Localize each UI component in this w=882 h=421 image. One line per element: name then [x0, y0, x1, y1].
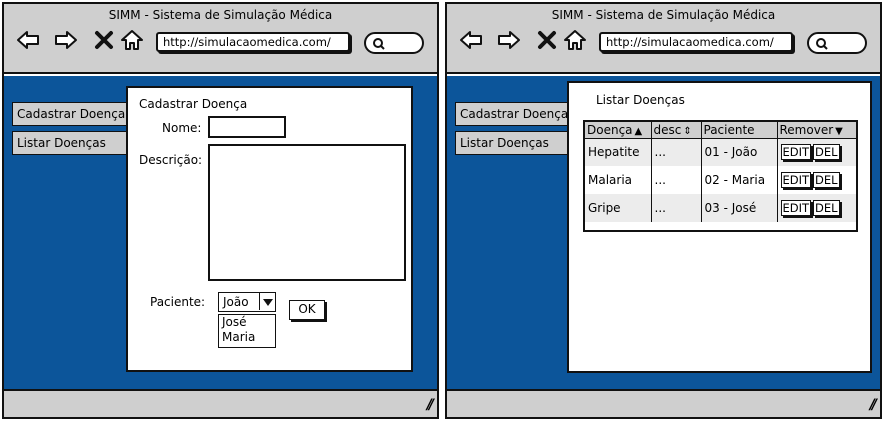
description-label: Descrição: [139, 153, 203, 167]
column-header-desc[interactable]: desc ⇕ [651, 122, 702, 139]
edit-button[interactable]: EDIT [780, 172, 812, 188]
close-x-icon[interactable] [535, 28, 559, 52]
resize-grip-icon[interactable]: // [870, 397, 877, 413]
edit-button[interactable]: EDIT [780, 200, 812, 216]
patient-select[interactable]: João [218, 292, 276, 312]
patient-option[interactable]: Maria [219, 330, 275, 345]
panel-title: Cadastrar Doença [139, 97, 248, 111]
sort-descending-icon[interactable]: ▼ [835, 126, 843, 137]
search-icon [816, 38, 828, 50]
desc-cell: ... [651, 138, 702, 166]
actions-cell: EDIT DEL [777, 194, 856, 222]
browser-title: SIMM - Sistema de Simulação Médica [551, 8, 776, 22]
sidebar-item-list-diseases[interactable]: Listar Doenças [455, 131, 573, 155]
home-icon[interactable] [120, 28, 144, 52]
edit-button[interactable]: EDIT [780, 144, 812, 161]
desc-cell: ... [651, 194, 702, 222]
patient-option[interactable]: José [219, 315, 275, 330]
resize-grip-icon[interactable]: // [427, 397, 434, 413]
disease-cell: Malaria [585, 166, 652, 194]
delete-button[interactable]: DEL [813, 144, 840, 161]
forward-arrow-icon[interactable] [497, 28, 521, 52]
browser-toolbar: SIMM - Sistema de Simulação Médica http:… [4, 4, 437, 74]
browser-title: SIMM - Sistema de Simulação Médica [108, 8, 333, 22]
home-icon[interactable] [563, 28, 587, 52]
search-box[interactable] [807, 32, 867, 54]
url-input[interactable]: http://simulacaomedica.com/ [156, 32, 350, 52]
search-icon [373, 38, 385, 50]
url-input[interactable]: http://simulacaomedica.com/ [599, 32, 793, 52]
actions-cell: EDIT DEL [777, 166, 856, 194]
delete-button[interactable]: DEL [813, 172, 840, 188]
patient-selected-value: João [223, 295, 249, 309]
delete-button[interactable]: DEL [813, 200, 840, 216]
patient-cell: 02 - Maria [701, 166, 778, 194]
name-field[interactable] [208, 116, 286, 138]
panel-title: Listar Doenças [596, 93, 685, 107]
description-textarea[interactable] [208, 144, 406, 281]
browser-toolbar: SIMM - Sistema de Simulação Médica http:… [447, 4, 880, 74]
browser-window-register: SIMM - Sistema de Simulação Médica http:… [2, 2, 439, 419]
table-row: Malaria ... 02 - Maria EDIT DEL [585, 166, 856, 194]
ok-button[interactable]: OK [289, 300, 325, 320]
table-row: Gripe ... 03 - José EDIT DEL [585, 194, 856, 222]
table-header-row: Doença ▲ desc ⇕ Paciente Remover ▼ [585, 122, 856, 139]
disease-cell: Hepatite [585, 138, 652, 166]
browser-window-list: SIMM - Sistema de Simulação Médica http:… [445, 2, 882, 419]
status-bar: // [447, 389, 880, 417]
list-diseases-panel: Listar Doenças Doença ▲ desc ⇕ Paciente … [567, 81, 872, 373]
back-arrow-icon[interactable] [16, 28, 40, 52]
search-box[interactable] [364, 32, 424, 54]
sidebar-item-register-disease[interactable]: Cadastrar Doença [455, 102, 573, 126]
column-header-patient[interactable]: Paciente [701, 122, 778, 139]
patient-label: Paciente: [150, 295, 206, 309]
forward-arrow-icon[interactable] [54, 28, 78, 52]
column-header-remove[interactable]: Remover ▼ [777, 122, 856, 139]
patient-dropdown-list: José Maria [218, 314, 276, 348]
name-label: Nome: [162, 121, 202, 135]
patient-cell: 03 - José [701, 194, 778, 222]
chevron-down-icon[interactable] [259, 293, 275, 310]
column-header-disease[interactable]: Doença ▲ [585, 122, 652, 139]
sort-both-icon[interactable]: ⇕ [683, 126, 691, 137]
page-content: Cadastrar Doença Listar Doenças Cadastra… [4, 76, 437, 389]
desc-cell: ... [651, 166, 702, 194]
back-arrow-icon[interactable] [459, 28, 483, 52]
patient-cell: 01 - João [701, 138, 778, 166]
close-x-icon[interactable] [92, 28, 116, 52]
status-bar: // [4, 389, 437, 417]
sidebar-item-register-disease[interactable]: Cadastrar Doença [12, 102, 130, 126]
sidebar-item-list-diseases[interactable]: Listar Doenças [12, 131, 130, 155]
actions-cell: EDIT DEL [777, 138, 856, 166]
table-row: Hepatite ... 01 - João EDIT DEL [585, 138, 856, 166]
diseases-table: Doença ▲ desc ⇕ Paciente Remover ▼ Hepat… [583, 120, 858, 232]
register-disease-panel: Cadastrar Doença Nome: Descrição: Pacien… [126, 86, 413, 372]
disease-cell: Gripe [585, 194, 652, 222]
sort-ascending-icon[interactable]: ▲ [635, 126, 643, 137]
page-content: Cadastrar Doença Listar Doenças Listar D… [447, 76, 880, 389]
